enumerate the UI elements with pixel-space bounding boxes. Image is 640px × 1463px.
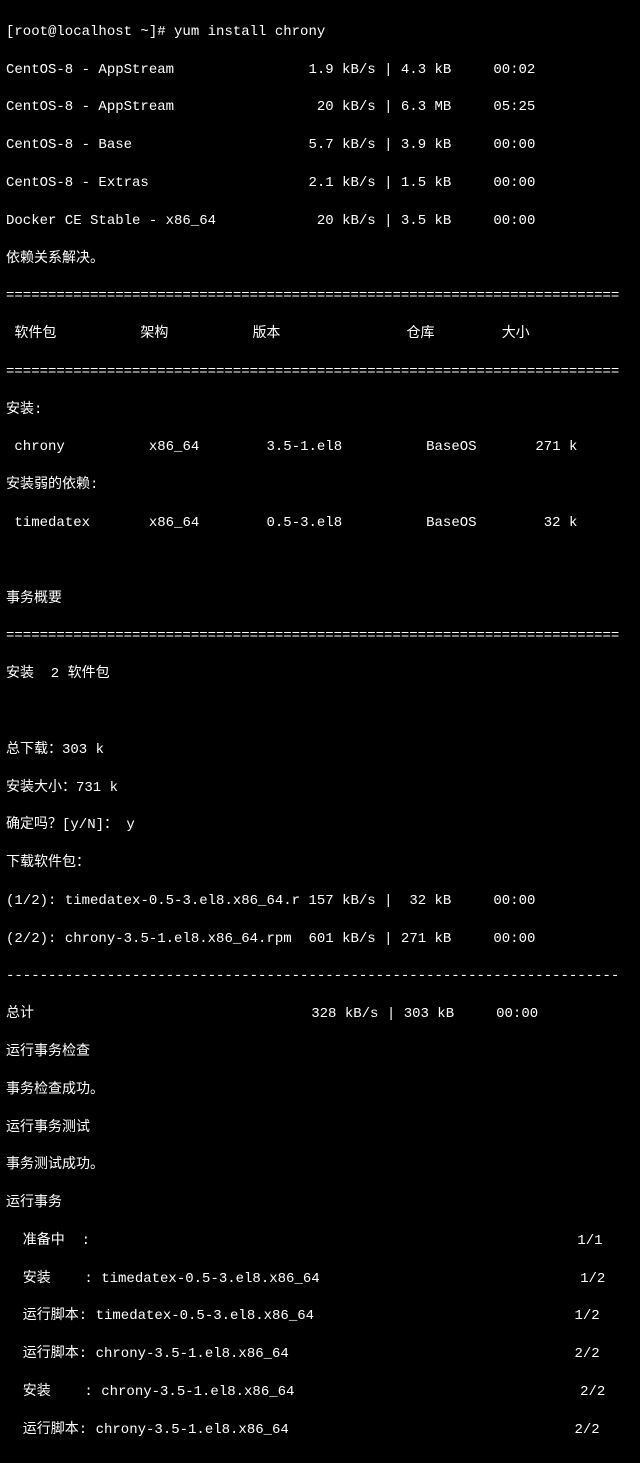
- run-trans: 运行事务: [6, 1194, 634, 1213]
- test-ok: 事务测试成功。: [6, 1156, 634, 1175]
- terminal-output: [root@localhost ~]# yum install chrony C…: [0, 0, 640, 1463]
- separator-eq: ========================================…: [6, 363, 634, 382]
- installing-label: 安装:: [6, 401, 634, 420]
- install-count: 安装 2 软件包: [6, 665, 634, 684]
- blank-line: [6, 552, 634, 571]
- dep-resolved: 依赖关系解决。: [6, 250, 634, 269]
- table-row: timedatex x86_64 0.5-3.el8 BaseOS 32 k: [6, 514, 634, 533]
- shell-prompt: [root@localhost ~]#: [6, 24, 174, 40]
- repo-line: Docker CE Stable - x86_64 20 kB/s | 3.5 …: [6, 212, 634, 231]
- total-line: 总计 328 kB/s | 303 kB 00:00: [6, 1005, 634, 1024]
- step-line: 准备中 : 1/1: [6, 1232, 634, 1251]
- step-line: 运行脚本: chrony-3.5-1.el8.x86_64 2/2: [6, 1421, 634, 1440]
- download-line: (1/2): timedatex-0.5-3.el8.x86_64.r 157 …: [6, 892, 634, 911]
- total-download: 总下载：303 k: [6, 741, 634, 760]
- weak-dep-label: 安装弱的依赖:: [6, 476, 634, 495]
- separator-dash: ----------------------------------------…: [6, 967, 634, 986]
- repo-line: CentOS-8 - AppStream 20 kB/s | 6.3 MB 05…: [6, 98, 634, 117]
- run-check: 运行事务检查: [6, 1043, 634, 1062]
- command-text: yum install chrony: [174, 24, 325, 40]
- summary-label: 事务概要: [6, 590, 634, 609]
- download-line: (2/2): chrony-3.5-1.el8.x86_64.rpm 601 k…: [6, 930, 634, 949]
- separator-eq: ========================================…: [6, 287, 634, 306]
- repo-line: CentOS-8 - Extras 2.1 kB/s | 1.5 kB 00:0…: [6, 174, 634, 193]
- confirm-prompt[interactable]: 确定吗？[y/N]： y: [6, 816, 634, 835]
- separator-eq: ========================================…: [6, 627, 634, 646]
- check-ok: 事务检查成功。: [6, 1081, 634, 1100]
- blank-line: [6, 703, 634, 722]
- step-line: 运行脚本: chrony-3.5-1.el8.x86_64 2/2: [6, 1345, 634, 1364]
- confirm-answer: y: [126, 817, 134, 833]
- repo-line: CentOS-8 - AppStream 1.9 kB/s | 4.3 kB 0…: [6, 61, 634, 80]
- step-line: 运行脚本: timedatex-0.5-3.el8.x86_64 1/2: [6, 1307, 634, 1326]
- downloading-label: 下载软件包：: [6, 854, 634, 873]
- step-line: 安装 : timedatex-0.5-3.el8.x86_64 1/2: [6, 1270, 634, 1289]
- command-line[interactable]: [root@localhost ~]# yum install chrony: [6, 23, 634, 42]
- repo-line: CentOS-8 - Base 5.7 kB/s | 3.9 kB 00:00: [6, 136, 634, 155]
- table-row: chrony x86_64 3.5-1.el8 BaseOS 271 k: [6, 438, 634, 457]
- step-line: 安装 : chrony-3.5-1.el8.x86_64 2/2: [6, 1383, 634, 1402]
- table-header: 软件包 架构 版本 仓库 大小: [6, 325, 634, 344]
- run-test: 运行事务测试: [6, 1119, 634, 1138]
